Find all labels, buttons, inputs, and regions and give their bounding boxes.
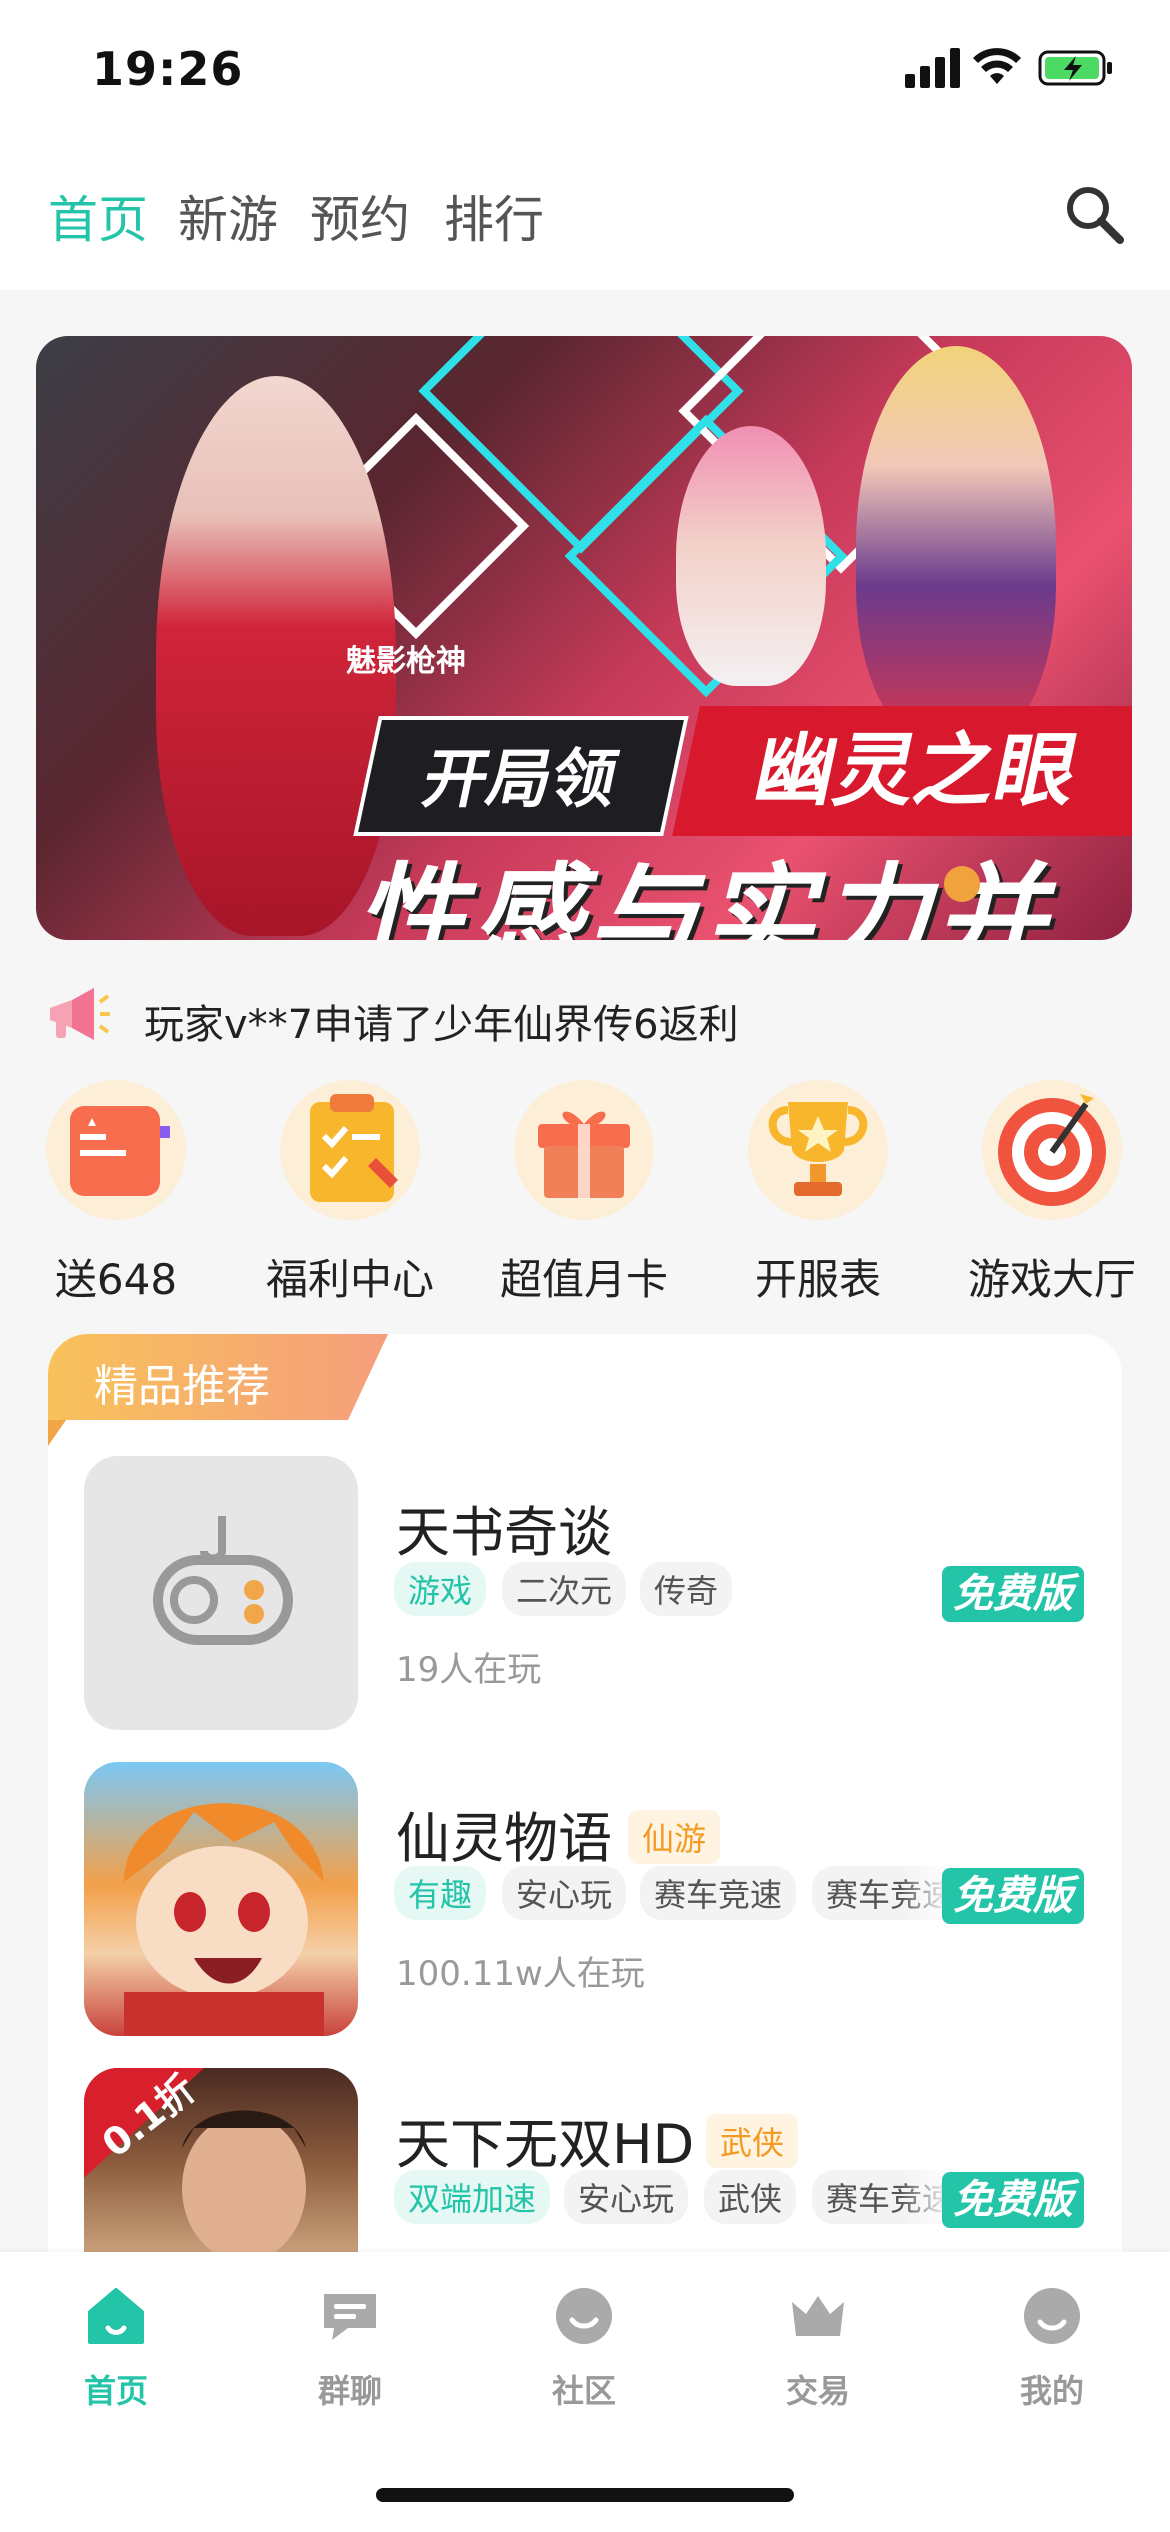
- bottom-tab-home[interactable]: 首页: [46, 2284, 186, 2412]
- bottom-tab-label: 社区: [551, 2372, 616, 2410]
- bottom-tab-label: 群聊: [317, 2372, 382, 2410]
- banner-slogan: 性感与实力并存: [356, 852, 1052, 940]
- tab-home[interactable]: 首页: [48, 180, 148, 252]
- home-icon: [88, 2288, 144, 2344]
- quick-entry-label: 超值月卡: [499, 1255, 668, 1304]
- quick-entry-icon-bg: [280, 1080, 420, 1220]
- game-tag: 双端加速: [394, 2170, 551, 2224]
- cellular-signal-icon: [905, 48, 960, 88]
- quick-entry-label: 福利中心: [265, 1255, 434, 1304]
- battery-charging-icon: [1038, 50, 1112, 86]
- game-players: 19人在玩: [396, 1650, 542, 1690]
- game-icon-placeholder[interactable]: [84, 1456, 358, 1730]
- quick-entry-game-hall[interactable]: 游戏大厅: [952, 1080, 1152, 1307]
- quick-entry-server-schedule[interactable]: 开服表: [718, 1080, 918, 1307]
- gift-icon: [538, 1111, 630, 1198]
- quick-entry-label: 送648: [54, 1255, 178, 1304]
- quick-entry-icon-bg: [46, 1080, 186, 1220]
- profile-face-icon: [1024, 2288, 1080, 2344]
- chat-bubble-icon: [324, 2294, 376, 2340]
- game-tag: 二次元: [502, 1562, 627, 1616]
- wifi-icon: [973, 48, 1021, 84]
- bottom-tab-label: 首页: [83, 2372, 148, 2410]
- banner-character: [676, 426, 826, 686]
- quick-entry-648[interactable]: 送648: [16, 1080, 216, 1307]
- game-tag: 游戏: [394, 1562, 487, 1616]
- coupon-icon: [70, 1106, 170, 1196]
- game-tag: 武侠: [704, 2170, 797, 2224]
- home-indicator: [376, 2488, 794, 2502]
- bottom-tab-label: 我的: [1019, 2372, 1084, 2410]
- gamepad-icon: [153, 1516, 293, 1645]
- game-cover-art: [124, 1803, 324, 2036]
- game-players: 100.11w人在玩: [396, 1954, 645, 1994]
- bottom-tab-community[interactable]: 社区: [514, 2284, 654, 2412]
- game-tag: 安心玩: [502, 1866, 627, 1920]
- quick-entry-monthly-card[interactable]: 超值月卡: [484, 1080, 684, 1307]
- megaphone-icon: [50, 988, 110, 1040]
- status-time: 19:26: [92, 42, 244, 96]
- clipboard-icon: [310, 1094, 398, 1202]
- game-category: 武侠: [706, 2114, 799, 2168]
- game-icon[interactable]: 0.1折: [84, 2068, 358, 2252]
- tab-new-games[interactable]: 新游: [178, 180, 278, 252]
- banner-headline-left: 开局领: [353, 716, 689, 836]
- crown-icon: [792, 2296, 844, 2336]
- smile-bubble-icon: [556, 2288, 612, 2344]
- quick-entry-icon-bg: [748, 1080, 888, 1220]
- game-tag: 有趣: [394, 1866, 487, 1920]
- quick-entry-icon-bg: [514, 1080, 654, 1220]
- bottom-tab-group-chat[interactable]: 群聊: [280, 2284, 420, 2412]
- banner-headline-right: 幽灵之眼: [672, 706, 1132, 836]
- game-name[interactable]: 仙灵物语: [396, 1794, 612, 1873]
- tab-ranking[interactable]: 排行: [444, 180, 544, 252]
- quick-entry-label: 游戏大厅: [967, 1255, 1136, 1304]
- game-category: 仙游: [628, 1810, 721, 1864]
- game-name[interactable]: 天下无双HD: [396, 2100, 694, 2179]
- free-version-badge[interactable]: 免费版: [942, 1566, 1084, 1622]
- game-icon[interactable]: [84, 1762, 358, 2036]
- target-icon: [998, 1094, 1106, 1206]
- free-version-badge[interactable]: 免费版: [942, 2172, 1084, 2228]
- banner-tag: 魅影枪神: [346, 644, 466, 679]
- bottom-tab-mine[interactable]: 我的: [982, 2284, 1122, 2412]
- banner-page-indicator: [944, 866, 980, 902]
- recommend-title: 精品推荐: [94, 1361, 270, 1412]
- quick-entry-welfare-center[interactable]: 福利中心: [250, 1080, 450, 1307]
- search-icon[interactable]: [1064, 184, 1126, 246]
- game-tag: 传奇: [640, 1562, 733, 1616]
- quick-entry-label: 开服表: [754, 1255, 881, 1304]
- top-navigation: [0, 140, 1170, 290]
- tab-reservation[interactable]: 预约: [310, 180, 410, 252]
- notice-text[interactable]: 玩家v**7申请了少年仙界传6返利: [144, 992, 739, 1050]
- banner-character: [856, 346, 1056, 746]
- bottom-tab-label: 交易: [785, 2372, 850, 2410]
- bottom-tab-trade[interactable]: 交易: [748, 2284, 888, 2412]
- trophy-icon: [768, 1102, 868, 1196]
- game-tag: 安心玩: [564, 2170, 689, 2224]
- promo-banner[interactable]: 魅影枪神 开局领 幽灵之眼 性感与实力并存: [36, 336, 1132, 940]
- free-version-badge[interactable]: 免费版: [942, 1868, 1084, 1924]
- quick-entry-icon-bg: [982, 1080, 1122, 1220]
- game-tag: 赛车竞速: [640, 1866, 797, 1920]
- game-name[interactable]: 天书奇谈: [396, 1488, 612, 1567]
